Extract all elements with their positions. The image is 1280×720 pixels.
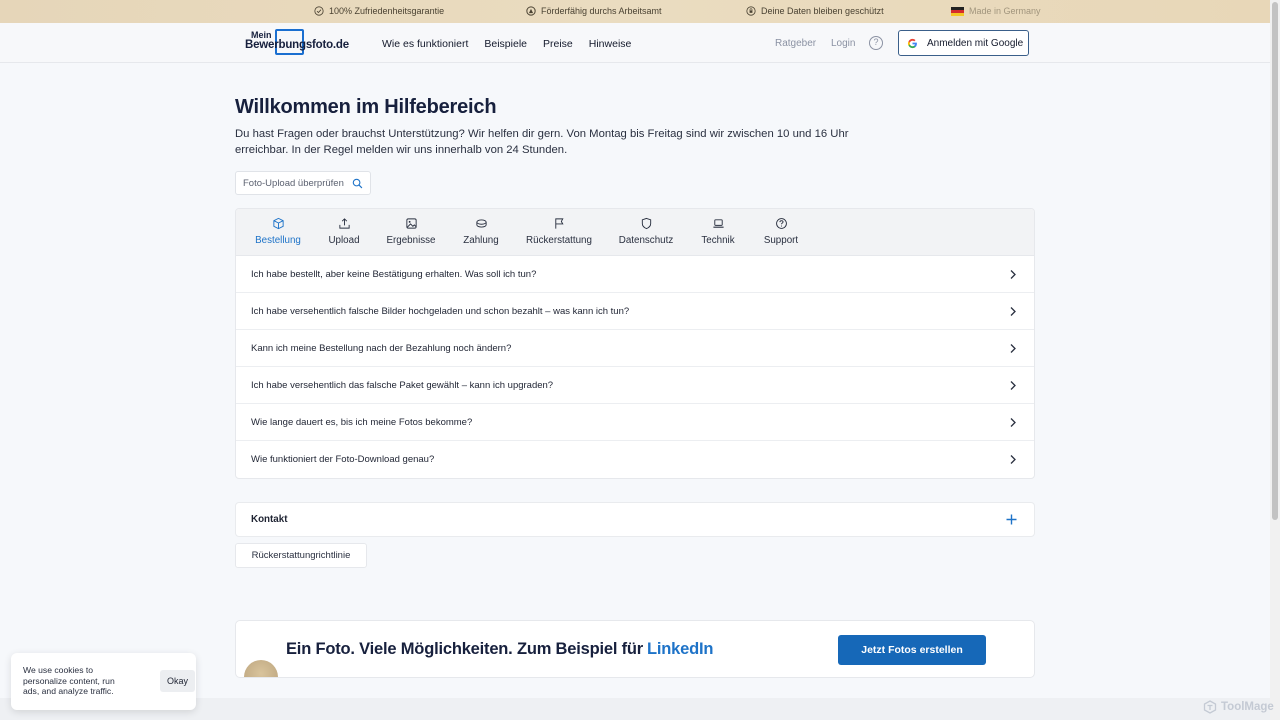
faq-card: Bestellung Upload Ergebnisse Zahlung Rüc… [235,208,1035,479]
refund-policy-link[interactable]: Rückerstattungrichtlinie [235,543,367,568]
coins-icon [475,219,487,228]
shield-icon [641,217,651,230]
laptop-icon [712,219,724,228]
create-photos-button[interactable]: Jetzt Fotos erstellen [838,635,986,665]
tab-label: Rückerstattung [526,235,592,246]
google-sign-in-button[interactable]: Anmelden mit Google [898,30,1029,56]
faq-question[interactable]: Ich habe versehentlich das falsche Paket… [236,367,1034,404]
cookie-banner: We use cookies to personalize content, r… [11,653,196,710]
tab-zahlung[interactable]: Zahlung [461,217,501,246]
cookie-text: We use cookies to personalize content, r… [23,665,115,696]
agency-icon [526,6,536,16]
nav-notes[interactable]: Hinweise [589,38,632,50]
promo-bar: 100% Zufriedenheitsgarantie Förderfähig … [0,0,1270,23]
tab-label: Technik [701,235,735,246]
chevron-right-icon [1010,270,1016,279]
chevron-right-icon [1010,381,1016,390]
faq-question[interactable]: Wie lange dauert es, bis ich meine Fotos… [236,404,1034,441]
search-box[interactable] [235,171,371,195]
flag-icon [554,218,564,229]
chevron-right-icon [1010,344,1016,353]
faq-question-text: Wie lange dauert es, bis ich meine Fotos… [251,416,473,428]
promo-card: Ein Foto. Viele Möglichkeiten. Zum Beisp… [235,620,1035,678]
tab-ergebnisse[interactable]: Ergebnisse [386,217,436,246]
cookie-okay-button[interactable]: Okay [160,670,195,692]
upload-icon [338,218,350,229]
promo-text: Made in Germany [969,6,1041,16]
promo-item-funding: Förderfähig durchs Arbeitsamt [526,6,662,16]
search-input[interactable] [243,177,351,189]
nav-how-it-works[interactable]: Wie es funktioniert [382,38,468,50]
scrollbar-thumb[interactable] [1272,2,1278,520]
tab-label: Ergebnisse [386,235,436,246]
faq-question[interactable]: Ich habe versehentlich falsche Bilder ho… [236,293,1034,330]
tab-datenschutz[interactable]: Datenschutz [618,217,674,246]
promo-headline-text: Ein Foto. Viele Möglichkeiten. Zum Beisp… [286,640,644,658]
faq-tabbar: Bestellung Upload Ergebnisse Zahlung Rüc… [236,209,1034,256]
watermark: ToolMage [1203,700,1274,714]
faq-question-text: Kann ich meine Bestellung nach der Bezah… [251,342,512,354]
kontakt-label: Kontakt [251,514,288,525]
help-icon[interactable]: ? [869,36,883,50]
faq-question-text: Ich habe bestellt, aber keine Bestätigun… [251,268,537,280]
watermark-text: ToolMage [1221,701,1274,713]
toolmage-logo-icon [1203,700,1217,714]
image-icon [405,218,417,229]
promo-item-germany: Made in Germany [951,6,1041,16]
site-header: Mein Bewerbungsfoto.de Wie es funktionie… [0,23,1270,63]
chevron-right-icon [1010,455,1016,464]
tab-label: Zahlung [463,235,499,246]
tab-label: Datenschutz [618,235,674,246]
chevron-right-icon [1010,307,1016,316]
google-button-label: Anmelden mit Google [927,37,1024,49]
search-icon[interactable] [352,178,363,189]
chevron-right-icon [1010,418,1016,427]
tab-support[interactable]: Support [761,217,801,246]
lock-circle-icon [746,6,756,16]
promo-accent-word: LinkedIn [647,640,714,658]
tab-label: Support [763,235,799,246]
tab-technik[interactable]: Technik [700,217,736,246]
promo-headline: Ein Foto. Viele Möglichkeiten. Zum Beisp… [286,640,713,659]
promo-item-privacy: Deine Daten bleiben geschützt [746,6,884,16]
tab-rueckerstattung[interactable]: Rückerstattung [525,217,593,246]
nav-login[interactable]: Login [831,38,855,49]
promo-text: 100% Zufriedenheitsgarantie [329,6,445,16]
germany-flag-icon [951,6,964,16]
kontakt-accordion[interactable]: Kontakt [235,502,1035,537]
tab-label: Bestellung [255,235,301,246]
faq-question[interactable]: Ich habe bestellt, aber keine Bestätigun… [236,256,1034,293]
page-title: Willkommen im Hilfebereich [235,96,497,118]
logo-main-text: Bewerbungsfoto.de [245,39,349,51]
nav-examples[interactable]: Beispiele [484,38,527,50]
promo-item-guarantee: 100% Zufriedenheitsgarantie [314,6,444,16]
help-circle-icon [775,218,787,229]
tab-bestellung[interactable]: Bestellung [254,217,302,246]
check-circle-icon [314,6,324,16]
nav-prices[interactable]: Preise [543,38,573,50]
logo[interactable]: Mein Bewerbungsfoto.de [245,29,355,59]
plus-icon [1006,514,1017,525]
intro-text: Du hast Fragen oder brauchst Unterstützu… [235,128,849,156]
avatar [244,660,278,677]
promo-text: Förderfähig durchs Arbeitsamt [541,6,662,16]
faq-question[interactable]: Wie funktioniert der Foto-Download genau… [236,441,1034,478]
main-nav: Wie es funktioniert Beispiele Preise Hin… [382,38,631,50]
faq-question-text: Ich habe versehentlich das falsche Paket… [251,379,554,391]
faq-question-text: Ich habe versehentlich falsche Bilder ho… [251,305,630,317]
promo-text: Deine Daten bleiben geschützt [761,6,884,16]
tab-upload[interactable]: Upload [326,217,362,246]
google-icon [907,38,917,48]
faq-question[interactable]: Kann ich meine Bestellung nach der Bezah… [236,330,1034,367]
faq-question-text: Wie funktioniert der Foto-Download genau… [251,454,435,465]
box-icon [272,217,284,230]
nav-ratgeber[interactable]: Ratgeber [775,38,816,49]
tab-label: Upload [328,235,360,246]
